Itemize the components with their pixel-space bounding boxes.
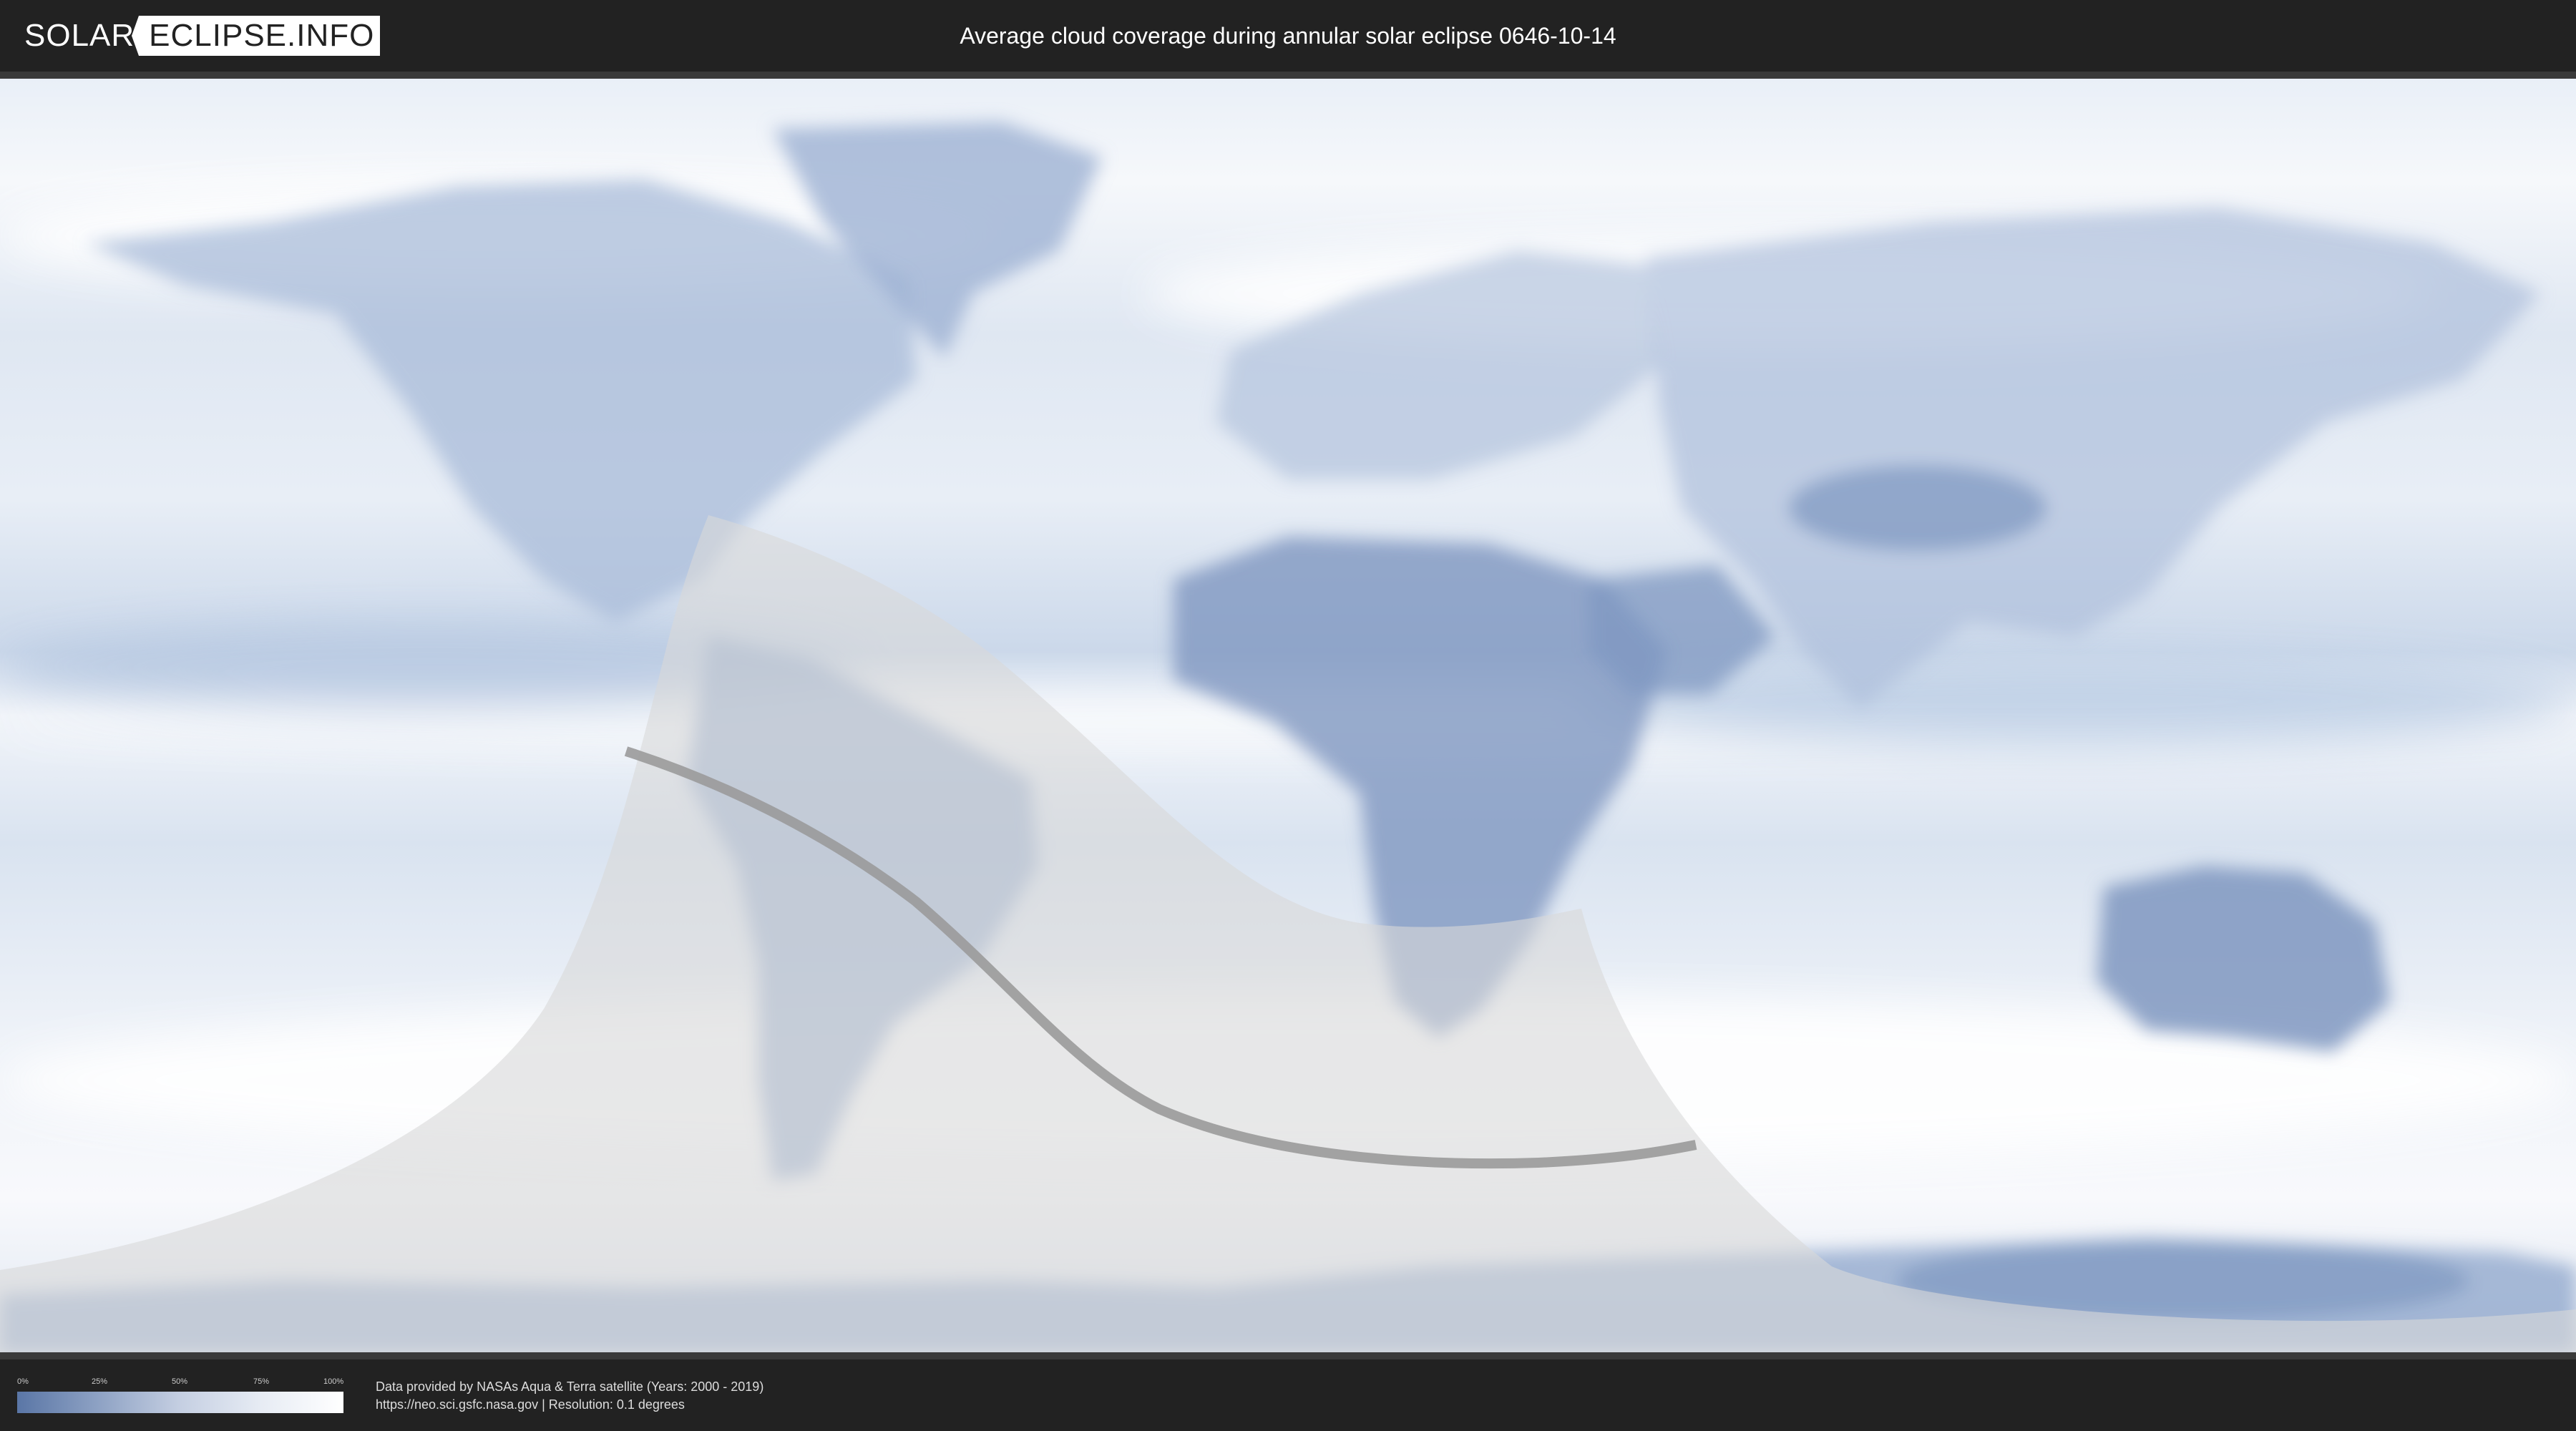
credit-line-source: Data provided by NASAs Aqua & Terra sate… xyxy=(376,1379,764,1394)
legend-tick-25: 25% xyxy=(92,1377,108,1386)
legend-tick-50: 50% xyxy=(172,1377,188,1386)
legend-tick-75: 75% xyxy=(253,1377,270,1386)
cloud-coverage-map[interactable] xyxy=(0,79,2576,1352)
header-bar: SOLAR ECLIPSE.INFO Average cloud coverag… xyxy=(0,0,2576,72)
legend-gradient-bar xyxy=(17,1392,343,1413)
data-credits: Data provided by NASAs Aqua & Terra sate… xyxy=(376,1378,763,1414)
legend-tick-0: 0% xyxy=(17,1377,29,1386)
central-asia-clear-area xyxy=(1789,465,2046,551)
legend-labels: 0% 25% 50% 75% 100% xyxy=(17,1377,343,1387)
legend-tick-100: 100% xyxy=(323,1377,344,1386)
cloud-coverage-legend: 0% 25% 50% 75% 100% xyxy=(17,1377,343,1413)
page-title: Average cloud coverage during annular so… xyxy=(960,23,1616,49)
credit-line-url: https://neo.sci.gsfc.nasa.gov | Resoluti… xyxy=(376,1397,685,1412)
